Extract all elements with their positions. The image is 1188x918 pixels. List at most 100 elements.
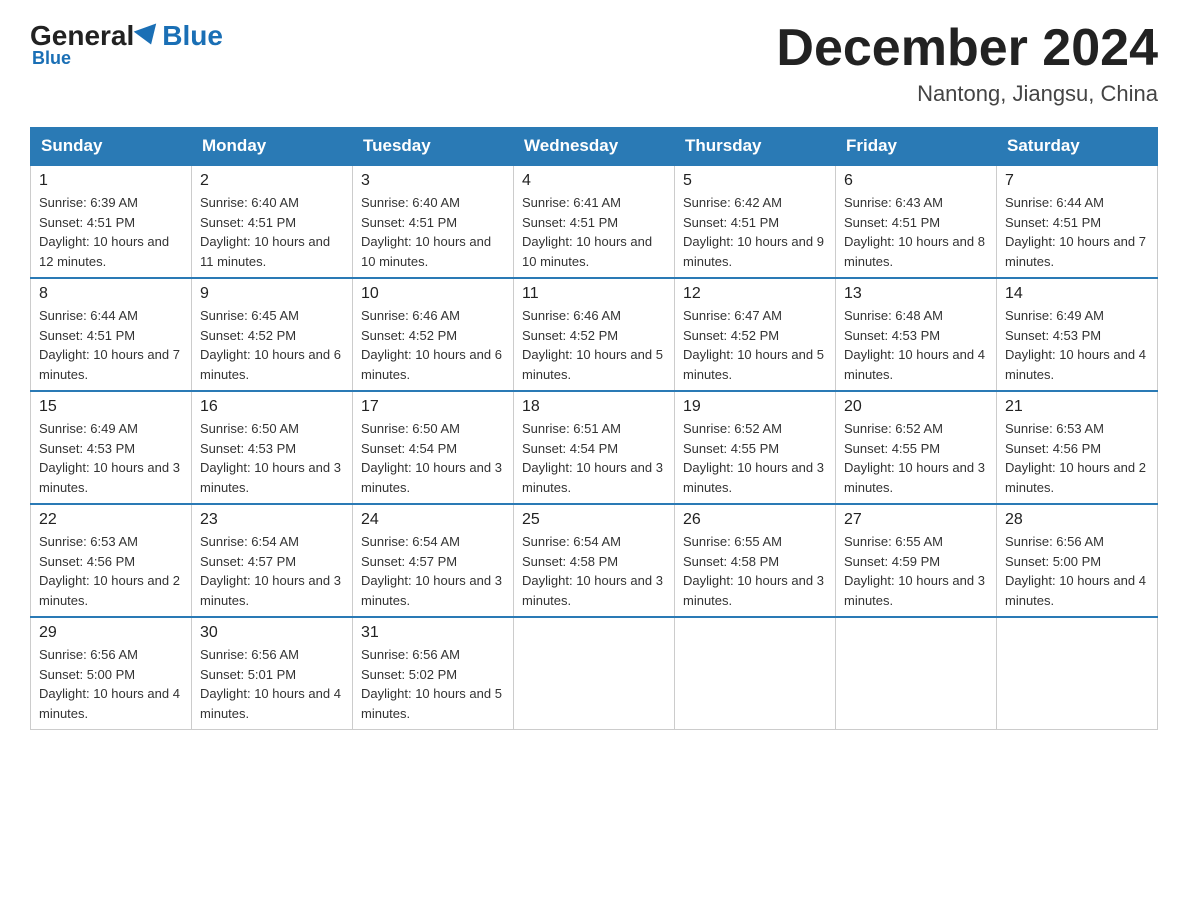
- day-info: Sunrise: 6:49 AMSunset: 4:53 PMDaylight:…: [1005, 308, 1146, 382]
- calendar-cell: 22 Sunrise: 6:53 AMSunset: 4:56 PMDaylig…: [31, 504, 192, 617]
- calendar-cell: 20 Sunrise: 6:52 AMSunset: 4:55 PMDaylig…: [836, 391, 997, 504]
- day-number: 29: [39, 624, 183, 642]
- day-number: 6: [844, 172, 988, 190]
- calendar-cell: 4 Sunrise: 6:41 AMSunset: 4:51 PMDayligh…: [514, 165, 675, 278]
- calendar-cell: 9 Sunrise: 6:45 AMSunset: 4:52 PMDayligh…: [192, 278, 353, 391]
- day-info: Sunrise: 6:54 AMSunset: 4:57 PMDaylight:…: [361, 534, 502, 608]
- calendar-cell: 16 Sunrise: 6:50 AMSunset: 4:53 PMDaylig…: [192, 391, 353, 504]
- day-number: 13: [844, 285, 988, 303]
- day-header-wednesday: Wednesday: [514, 128, 675, 166]
- day-number: 1: [39, 172, 183, 190]
- day-number: 10: [361, 285, 505, 303]
- day-info: Sunrise: 6:51 AMSunset: 4:54 PMDaylight:…: [522, 421, 663, 495]
- day-number: 9: [200, 285, 344, 303]
- day-info: Sunrise: 6:56 AMSunset: 5:02 PMDaylight:…: [361, 647, 502, 721]
- page-header: General Blue Blue December 2024 Nantong,…: [30, 20, 1158, 107]
- day-info: Sunrise: 6:49 AMSunset: 4:53 PMDaylight:…: [39, 421, 180, 495]
- day-number: 25: [522, 511, 666, 529]
- calendar-cell: 10 Sunrise: 6:46 AMSunset: 4:52 PMDaylig…: [353, 278, 514, 391]
- day-number: 15: [39, 398, 183, 416]
- day-info: Sunrise: 6:54 AMSunset: 4:58 PMDaylight:…: [522, 534, 663, 608]
- day-info: Sunrise: 6:46 AMSunset: 4:52 PMDaylight:…: [361, 308, 502, 382]
- day-info: Sunrise: 6:40 AMSunset: 4:51 PMDaylight:…: [361, 195, 491, 269]
- day-header-tuesday: Tuesday: [353, 128, 514, 166]
- calendar-cell: [675, 617, 836, 730]
- calendar-week-3: 15 Sunrise: 6:49 AMSunset: 4:53 PMDaylig…: [31, 391, 1158, 504]
- day-number: 18: [522, 398, 666, 416]
- day-info: Sunrise: 6:55 AMSunset: 4:59 PMDaylight:…: [844, 534, 985, 608]
- day-info: Sunrise: 6:48 AMSunset: 4:53 PMDaylight:…: [844, 308, 985, 382]
- calendar-cell: 8 Sunrise: 6:44 AMSunset: 4:51 PMDayligh…: [31, 278, 192, 391]
- day-info: Sunrise: 6:41 AMSunset: 4:51 PMDaylight:…: [522, 195, 652, 269]
- calendar-cell: 6 Sunrise: 6:43 AMSunset: 4:51 PMDayligh…: [836, 165, 997, 278]
- day-number: 19: [683, 398, 827, 416]
- calendar-cell: 1 Sunrise: 6:39 AMSunset: 4:51 PMDayligh…: [31, 165, 192, 278]
- location-title: Nantong, Jiangsu, China: [776, 81, 1158, 107]
- day-info: Sunrise: 6:47 AMSunset: 4:52 PMDaylight:…: [683, 308, 824, 382]
- calendar-table: SundayMondayTuesdayWednesdayThursdayFrid…: [30, 127, 1158, 730]
- calendar-cell: 5 Sunrise: 6:42 AMSunset: 4:51 PMDayligh…: [675, 165, 836, 278]
- calendar-cell: 12 Sunrise: 6:47 AMSunset: 4:52 PMDaylig…: [675, 278, 836, 391]
- calendar-cell: 14 Sunrise: 6:49 AMSunset: 4:53 PMDaylig…: [997, 278, 1158, 391]
- logo-blue-text: Blue: [162, 20, 223, 52]
- day-info: Sunrise: 6:53 AMSunset: 4:56 PMDaylight:…: [39, 534, 180, 608]
- calendar-cell: 25 Sunrise: 6:54 AMSunset: 4:58 PMDaylig…: [514, 504, 675, 617]
- day-header-saturday: Saturday: [997, 128, 1158, 166]
- calendar-week-1: 1 Sunrise: 6:39 AMSunset: 4:51 PMDayligh…: [31, 165, 1158, 278]
- calendar-cell: [514, 617, 675, 730]
- logo-triangle-icon: [134, 23, 163, 48]
- day-info: Sunrise: 6:56 AMSunset: 5:00 PMDaylight:…: [1005, 534, 1146, 608]
- calendar-cell: [997, 617, 1158, 730]
- day-info: Sunrise: 6:46 AMSunset: 4:52 PMDaylight:…: [522, 308, 663, 382]
- calendar-week-5: 29 Sunrise: 6:56 AMSunset: 5:00 PMDaylig…: [31, 617, 1158, 730]
- title-section: December 2024 Nantong, Jiangsu, China: [776, 20, 1158, 107]
- calendar-cell: 29 Sunrise: 6:56 AMSunset: 5:00 PMDaylig…: [31, 617, 192, 730]
- calendar-cell: 11 Sunrise: 6:46 AMSunset: 4:52 PMDaylig…: [514, 278, 675, 391]
- calendar-cell: 23 Sunrise: 6:54 AMSunset: 4:57 PMDaylig…: [192, 504, 353, 617]
- day-info: Sunrise: 6:50 AMSunset: 4:53 PMDaylight:…: [200, 421, 341, 495]
- day-number: 26: [683, 511, 827, 529]
- calendar-cell: 19 Sunrise: 6:52 AMSunset: 4:55 PMDaylig…: [675, 391, 836, 504]
- day-number: 31: [361, 624, 505, 642]
- day-header-sunday: Sunday: [31, 128, 192, 166]
- day-number: 20: [844, 398, 988, 416]
- day-info: Sunrise: 6:44 AMSunset: 4:51 PMDaylight:…: [1005, 195, 1146, 269]
- day-info: Sunrise: 6:56 AMSunset: 5:00 PMDaylight:…: [39, 647, 180, 721]
- day-info: Sunrise: 6:52 AMSunset: 4:55 PMDaylight:…: [683, 421, 824, 495]
- day-number: 2: [200, 172, 344, 190]
- day-info: Sunrise: 6:54 AMSunset: 4:57 PMDaylight:…: [200, 534, 341, 608]
- day-info: Sunrise: 6:40 AMSunset: 4:51 PMDaylight:…: [200, 195, 330, 269]
- day-info: Sunrise: 6:43 AMSunset: 4:51 PMDaylight:…: [844, 195, 985, 269]
- day-info: Sunrise: 6:50 AMSunset: 4:54 PMDaylight:…: [361, 421, 502, 495]
- day-info: Sunrise: 6:45 AMSunset: 4:52 PMDaylight:…: [200, 308, 341, 382]
- calendar-cell: 21 Sunrise: 6:53 AMSunset: 4:56 PMDaylig…: [997, 391, 1158, 504]
- day-header-friday: Friday: [836, 128, 997, 166]
- calendar-cell: 24 Sunrise: 6:54 AMSunset: 4:57 PMDaylig…: [353, 504, 514, 617]
- day-number: 3: [361, 172, 505, 190]
- day-number: 5: [683, 172, 827, 190]
- day-number: 11: [522, 285, 666, 303]
- day-number: 28: [1005, 511, 1149, 529]
- calendar-cell: [836, 617, 997, 730]
- calendar-cell: 13 Sunrise: 6:48 AMSunset: 4:53 PMDaylig…: [836, 278, 997, 391]
- logo-subtitle: Blue: [30, 48, 71, 69]
- calendar-cell: 2 Sunrise: 6:40 AMSunset: 4:51 PMDayligh…: [192, 165, 353, 278]
- logo: General Blue Blue: [30, 20, 223, 69]
- day-header-monday: Monday: [192, 128, 353, 166]
- month-title: December 2024: [776, 20, 1158, 77]
- day-info: Sunrise: 6:44 AMSunset: 4:51 PMDaylight:…: [39, 308, 180, 382]
- day-info: Sunrise: 6:42 AMSunset: 4:51 PMDaylight:…: [683, 195, 824, 269]
- day-info: Sunrise: 6:56 AMSunset: 5:01 PMDaylight:…: [200, 647, 341, 721]
- calendar-cell: 7 Sunrise: 6:44 AMSunset: 4:51 PMDayligh…: [997, 165, 1158, 278]
- calendar-cell: 28 Sunrise: 6:56 AMSunset: 5:00 PMDaylig…: [997, 504, 1158, 617]
- day-number: 14: [1005, 285, 1149, 303]
- calendar-cell: 30 Sunrise: 6:56 AMSunset: 5:01 PMDaylig…: [192, 617, 353, 730]
- day-number: 21: [1005, 398, 1149, 416]
- day-number: 17: [361, 398, 505, 416]
- day-info: Sunrise: 6:39 AMSunset: 4:51 PMDaylight:…: [39, 195, 169, 269]
- day-number: 12: [683, 285, 827, 303]
- day-number: 24: [361, 511, 505, 529]
- calendar-week-4: 22 Sunrise: 6:53 AMSunset: 4:56 PMDaylig…: [31, 504, 1158, 617]
- calendar-cell: 26 Sunrise: 6:55 AMSunset: 4:58 PMDaylig…: [675, 504, 836, 617]
- calendar-cell: 18 Sunrise: 6:51 AMSunset: 4:54 PMDaylig…: [514, 391, 675, 504]
